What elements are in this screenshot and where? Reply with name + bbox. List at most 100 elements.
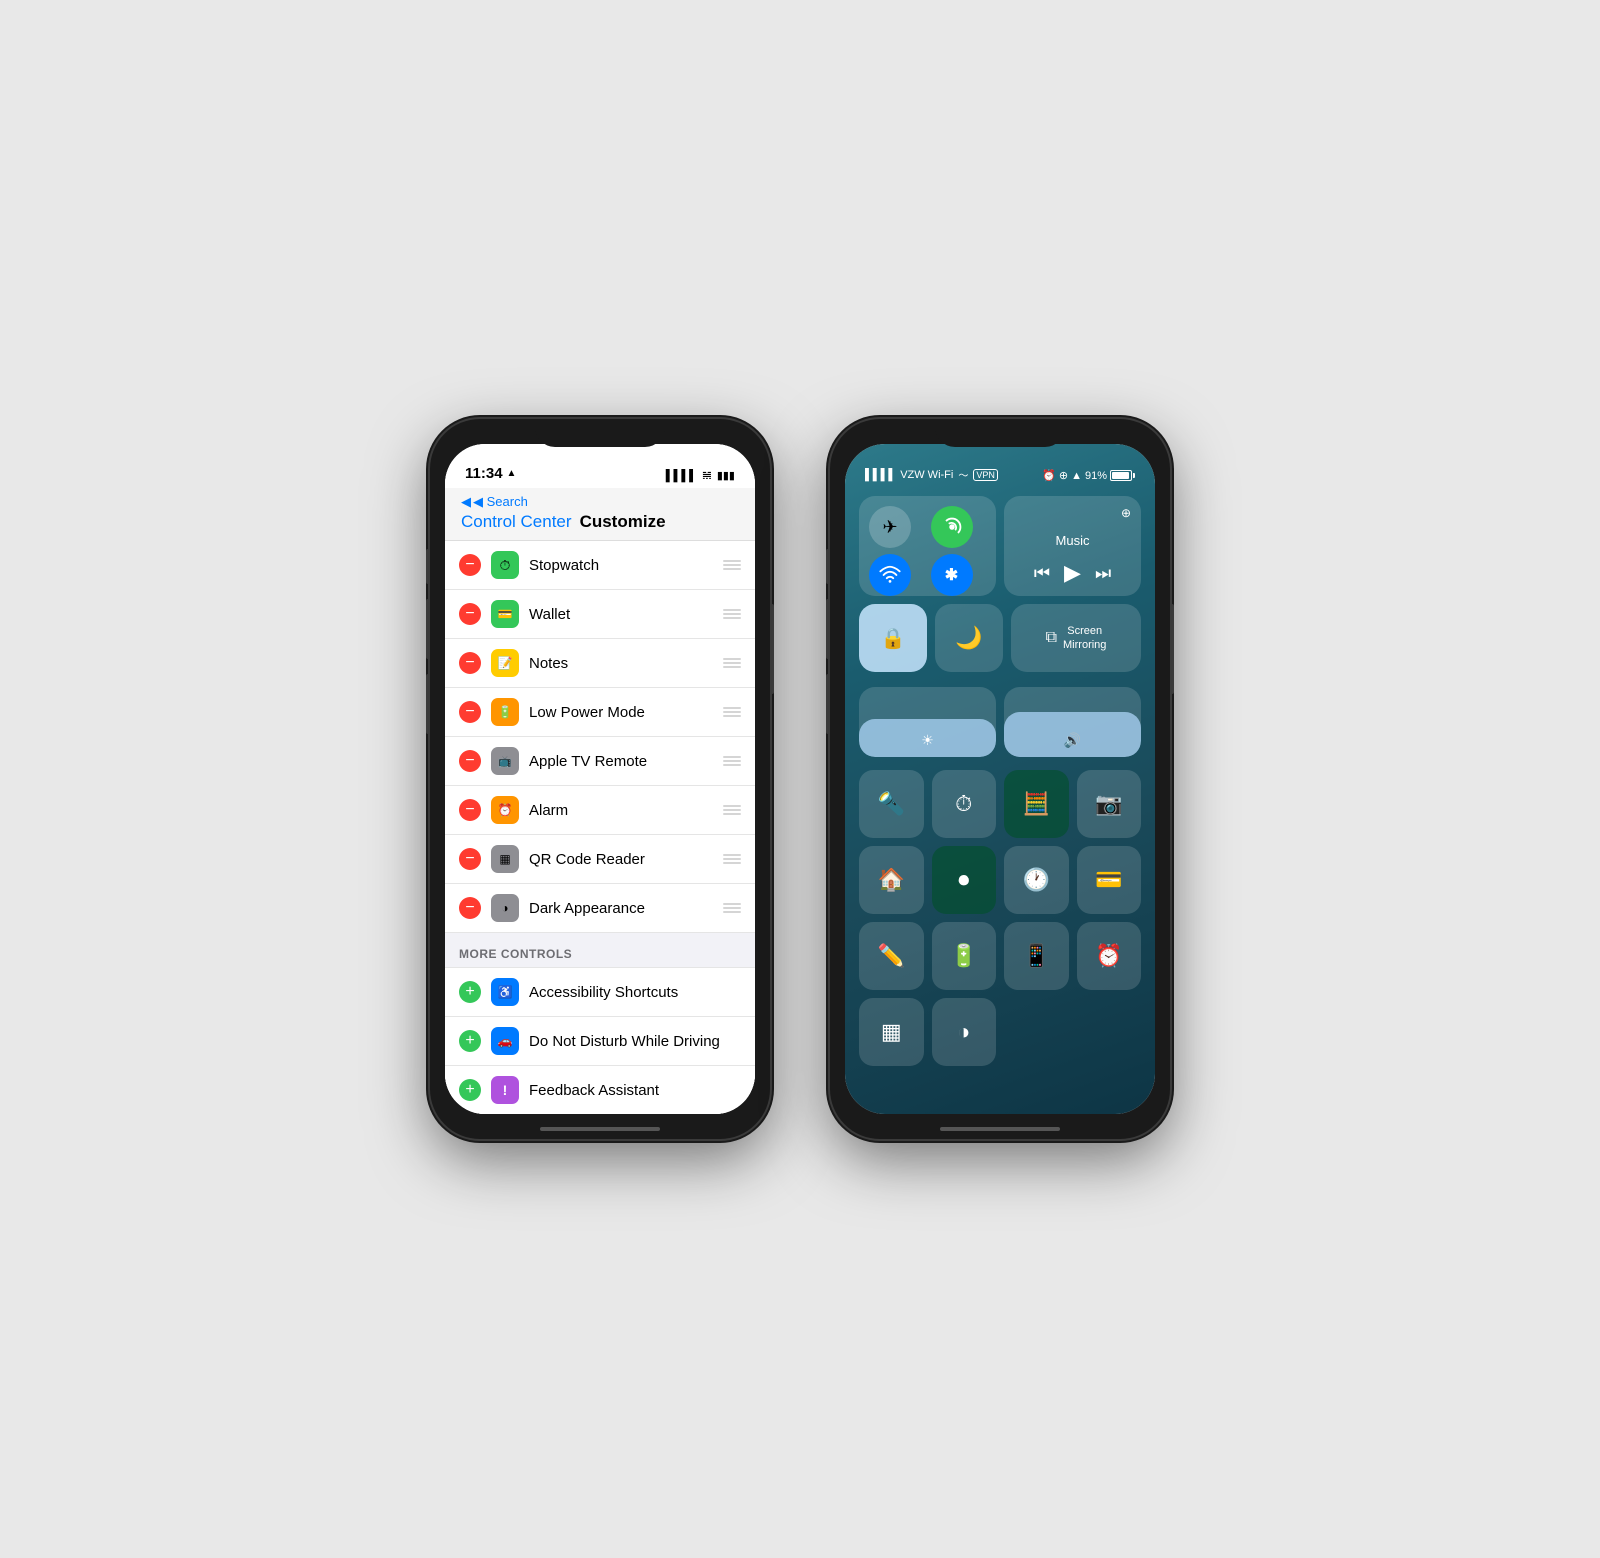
- list-item[interactable]: − ◑ Dark Appearance: [445, 884, 755, 933]
- volume-up-button: [426, 599, 430, 659]
- back-link[interactable]: ◀ ◀ Search: [461, 494, 739, 510]
- nav-back-title[interactable]: Control Center: [461, 512, 572, 532]
- remote-cc-button[interactable]: 📱: [1004, 922, 1069, 990]
- list-item[interactable]: − 🔋 Low Power Mode: [445, 688, 755, 737]
- drag-handle-stopwatch[interactable]: [723, 560, 741, 570]
- remove-btn-qr[interactable]: −: [459, 848, 481, 870]
- cc-alarm-icon: ⏰: [1042, 469, 1056, 482]
- volume-slider[interactable]: 🔊: [1004, 687, 1141, 757]
- mute-button-right: [826, 549, 830, 584]
- wifi-button[interactable]: [869, 554, 911, 596]
- record-button[interactable]: ⏺: [932, 846, 997, 914]
- drag-handle-appletv[interactable]: [723, 756, 741, 766]
- play-button[interactable]: ▶: [1064, 560, 1081, 586]
- list-item[interactable]: − 📝 Notes: [445, 639, 755, 688]
- music-controls: ⏮ ▶ ⏭: [1014, 560, 1131, 586]
- cc-row-sliders: ☀ 🔊: [859, 687, 1141, 762]
- item-label-appletv: Apple TV Remote: [529, 753, 713, 770]
- notes-cc-icon: ✏️: [878, 943, 905, 969]
- add-btn-feedback[interactable]: +: [459, 1079, 481, 1101]
- battery-icon: ▮▮▮: [717, 469, 735, 482]
- cc-vpn-badge: VPN: [973, 469, 998, 481]
- home-indicator-left: [540, 1127, 660, 1131]
- bluetooth-button[interactable]: ✱: [931, 554, 973, 596]
- remove-btn-alarm[interactable]: −: [459, 799, 481, 821]
- cc-grid-row-1: 🔦 ⏱ 🧮 📷: [859, 770, 1141, 838]
- stopwatch-icon: ⏱: [491, 551, 519, 579]
- included-list: − ⏱ Stopwatch − 💳 Wallet − 📝 N: [445, 541, 755, 933]
- list-item[interactable]: − 💳 Wallet: [445, 590, 755, 639]
- cc-grid-row-2: 🏠 ⏺ 🕐 💳: [859, 846, 1141, 914]
- alarm-cc-button[interactable]: ⏰: [1077, 922, 1142, 990]
- section-header: MORE CONTROLS: [445, 933, 755, 968]
- add-btn-driving[interactable]: +: [459, 1030, 481, 1052]
- qr-icon: ▦: [491, 845, 519, 873]
- screen-mirror-button[interactable]: ⧉ ScreenMirroring: [1011, 604, 1141, 672]
- remove-btn-notes[interactable]: −: [459, 652, 481, 674]
- item-label-notes: Notes: [529, 655, 713, 672]
- drag-handle-dark[interactable]: [723, 903, 741, 913]
- list-item[interactable]: − ⏱ Stopwatch: [445, 541, 755, 590]
- dnd-button[interactable]: 🌙: [935, 604, 1003, 672]
- list-item[interactable]: + 🚗 Do Not Disturb While Driving: [445, 1017, 755, 1066]
- calculator-button[interactable]: 🧮: [1004, 770, 1069, 838]
- wifi-icon: 𝌣: [702, 469, 712, 482]
- darkmode-cc-button[interactable]: ◑: [932, 998, 997, 1066]
- status-bar: 11:34 ▲ ▌▌▌▌ 𝌣 ▮▮▮: [445, 444, 755, 488]
- qrcode-cc-button[interactable]: ▦: [859, 998, 924, 1066]
- list-item[interactable]: − ▦ QR Code Reader: [445, 835, 755, 884]
- airplane-button[interactable]: ✈: [869, 506, 911, 548]
- drag-handle-lowpower[interactable]: [723, 707, 741, 717]
- item-label-dark: Dark Appearance: [529, 900, 713, 917]
- control-center-screen: ▌▌▌▌ VZW Wi-Fi 〜 VPN ⏰ ⊕ ▲ 91%: [845, 444, 1155, 1114]
- darkmode-cc-icon: ◑: [957, 1019, 970, 1045]
- notes-cc-button[interactable]: ✏️: [859, 922, 924, 990]
- cc-carrier: VZW Wi-Fi: [900, 469, 953, 481]
- battery-cc-button[interactable]: 🔋: [932, 922, 997, 990]
- cc-row-2: 🔒 🌙 ⧉ ScreenMirroring: [859, 604, 1141, 679]
- timer-button[interactable]: ⏱: [932, 770, 997, 838]
- orientation-lock-button[interactable]: 🔒: [859, 604, 927, 672]
- drag-handle-alarm[interactable]: [723, 805, 741, 815]
- list-item[interactable]: + ♿ Accessibility Shortcuts: [445, 968, 755, 1017]
- music-title: Music: [1014, 533, 1131, 548]
- next-button[interactable]: ⏭: [1095, 563, 1111, 584]
- hotspot-button[interactable]: [931, 506, 973, 548]
- remove-btn-dark[interactable]: −: [459, 897, 481, 919]
- brightness-slider[interactable]: ☀: [859, 687, 996, 757]
- flashlight-button[interactable]: 🔦: [859, 770, 924, 838]
- settings-screen: 11:34 ▲ ▌▌▌▌ 𝌣 ▮▮▮ ◀ ◀ Search Control Ce…: [445, 444, 755, 1114]
- cc-status-left: ▌▌▌▌ VZW Wi-Fi 〜 VPN: [865, 467, 998, 482]
- cc-row-1: ✈: [859, 496, 1141, 596]
- airplay-icon[interactable]: ⊕: [1121, 506, 1131, 520]
- remove-btn-wallet[interactable]: −: [459, 603, 481, 625]
- back-label: ◀ Search: [473, 494, 528, 510]
- list-item[interactable]: − 📺 Apple TV Remote: [445, 737, 755, 786]
- add-btn-accessibility[interactable]: +: [459, 981, 481, 1003]
- lowpower-icon: 🔋: [491, 698, 519, 726]
- wallet-cc-button[interactable]: 💳: [1077, 846, 1142, 914]
- list-item[interactable]: − ⏰ Alarm: [445, 786, 755, 835]
- camera-button[interactable]: 📷: [1077, 770, 1142, 838]
- remove-btn-stopwatch[interactable]: −: [459, 554, 481, 576]
- nav-page-title: Customize: [580, 512, 666, 532]
- remove-btn-lowpower[interactable]: −: [459, 701, 481, 723]
- alarm-cc-icon: ⏰: [1095, 943, 1122, 969]
- item-label-feedback: Feedback Assistant: [529, 1082, 741, 1099]
- homekit-button[interactable]: 🏠: [859, 846, 924, 914]
- remove-btn-appletv[interactable]: −: [459, 750, 481, 772]
- home-indicator-right: [940, 1127, 1060, 1131]
- drag-handle-wallet[interactable]: [723, 609, 741, 619]
- wallet-cc-icon: 💳: [1095, 867, 1122, 893]
- right-phone: ▌▌▌▌ VZW Wi-Fi 〜 VPN ⏰ ⊕ ▲ 91%: [830, 419, 1170, 1139]
- drag-handle-qr[interactable]: [723, 854, 741, 864]
- drag-handle-notes[interactable]: [723, 658, 741, 668]
- list-item[interactable]: + ! Feedback Assistant: [445, 1066, 755, 1114]
- prev-button[interactable]: ⏮: [1034, 563, 1050, 584]
- item-label-alarm: Alarm: [529, 802, 713, 819]
- cc-status-bar: ▌▌▌▌ VZW Wi-Fi 〜 VPN ⏰ ⊕ ▲ 91%: [845, 444, 1155, 488]
- wallet-icon: 💳: [491, 600, 519, 628]
- driving-icon: 🚗: [491, 1027, 519, 1055]
- more-controls-list: + ♿ Accessibility Shortcuts + 🚗 Do Not D…: [445, 968, 755, 1114]
- clock-button[interactable]: 🕐: [1004, 846, 1069, 914]
